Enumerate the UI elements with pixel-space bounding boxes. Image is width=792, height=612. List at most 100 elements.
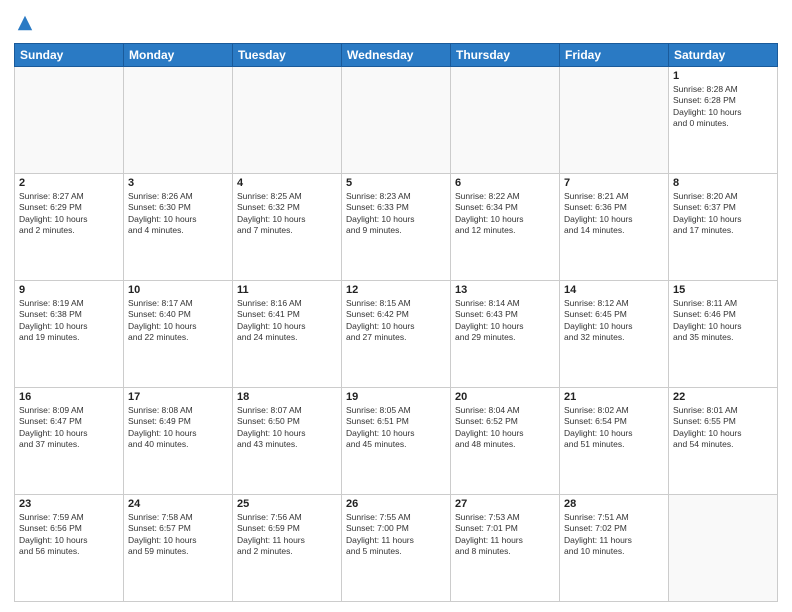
day-cell: 6 Sunrise: 8:22 AM Sunset: 6:34 PM Daylig… [451, 173, 560, 280]
day-cell: 1 Sunrise: 8:28 AM Sunset: 6:28 PM Daylig… [669, 66, 778, 173]
day-number: 7 [564, 177, 664, 189]
day-number: 10 [128, 284, 228, 296]
week-row-2: 2Sunrise: 8:27 AM Sunset: 6:29 PM Daylig… [15, 173, 778, 280]
day-cell: 28 Sunrise: 7:51 AM Sunset: 7:02 PM Dayli… [560, 494, 669, 601]
day-number: 2 [19, 177, 119, 189]
day-number: 20 [455, 391, 555, 403]
day-info: Sunrise: 8:07 AM Sunset: 6:50 PM Dayligh… [237, 405, 337, 451]
day-cell: 15 Sunrise: 8:11 AM Sunset: 6:46 PM Dayli… [669, 280, 778, 387]
day-info: Sunrise: 8:28 AM Sunset: 6:28 PM Dayligh… [673, 84, 773, 130]
day-info: Sunrise: 7:56 AM Sunset: 6:59 PM Dayligh… [237, 512, 337, 558]
day-number: 3 [128, 177, 228, 189]
day-cell: 26Sunrise: 7:55 AM Sunset: 7:00 PM Dayli… [342, 494, 451, 601]
day-info: Sunrise: 8:02 AM Sunset: 6:54 PM Dayligh… [564, 405, 664, 451]
day-number: 5 [346, 177, 446, 189]
day-number: 21 [564, 391, 664, 403]
day-cell: 23 Sunrise: 7:59 AM Sunset: 6:56 PM Dayli… [15, 494, 124, 601]
day-number: 17 [128, 391, 228, 403]
weekday-thursday: Thursday [451, 43, 560, 66]
day-info: Sunrise: 8:26 AM Sunset: 6:30 PM Dayligh… [128, 191, 228, 237]
day-cell [342, 66, 451, 173]
day-info: Sunrise: 8:11 AM Sunset: 6:46 PM Dayligh… [673, 298, 773, 344]
day-number: 23 [19, 498, 119, 510]
day-cell: 9 Sunrise: 8:19 AM Sunset: 6:38 PM Daylig… [15, 280, 124, 387]
day-cell: 12Sunrise: 8:15 AM Sunset: 6:42 PM Dayli… [342, 280, 451, 387]
weekday-friday: Friday [560, 43, 669, 66]
weekday-wednesday: Wednesday [342, 43, 451, 66]
day-info: Sunrise: 8:23 AM Sunset: 6:33 PM Dayligh… [346, 191, 446, 237]
day-cell [560, 66, 669, 173]
week-row-4: 16Sunrise: 8:09 AM Sunset: 6:47 PM Dayli… [15, 387, 778, 494]
day-number: 14 [564, 284, 664, 296]
day-number: 1 [673, 70, 773, 82]
day-cell [451, 66, 560, 173]
day-cell: 17Sunrise: 8:08 AM Sunset: 6:49 PM Dayli… [124, 387, 233, 494]
day-info: Sunrise: 8:01 AM Sunset: 6:55 PM Dayligh… [673, 405, 773, 451]
day-cell: 18Sunrise: 8:07 AM Sunset: 6:50 PM Dayli… [233, 387, 342, 494]
day-info: Sunrise: 8:21 AM Sunset: 6:36 PM Dayligh… [564, 191, 664, 237]
day-number: 22 [673, 391, 773, 403]
day-info: Sunrise: 8:05 AM Sunset: 6:51 PM Dayligh… [346, 405, 446, 451]
header [14, 10, 778, 37]
day-info: Sunrise: 8:20 AM Sunset: 6:37 PM Dayligh… [673, 191, 773, 237]
week-row-3: 9 Sunrise: 8:19 AM Sunset: 6:38 PM Daylig… [15, 280, 778, 387]
day-number: 24 [128, 498, 228, 510]
weekday-monday: Monday [124, 43, 233, 66]
day-cell: 20 Sunrise: 8:04 AM Sunset: 6:52 PM Dayli… [451, 387, 560, 494]
day-info: Sunrise: 8:17 AM Sunset: 6:40 PM Dayligh… [128, 298, 228, 344]
day-cell: 10 Sunrise: 8:17 AM Sunset: 6:40 PM Dayli… [124, 280, 233, 387]
day-info: Sunrise: 8:15 AM Sunset: 6:42 PM Dayligh… [346, 298, 446, 344]
day-cell: 3 Sunrise: 8:26 AM Sunset: 6:30 PM Daylig… [124, 173, 233, 280]
weekday-sunday: Sunday [15, 43, 124, 66]
logo-icon [16, 14, 34, 32]
week-row-5: 23 Sunrise: 7:59 AM Sunset: 6:56 PM Dayli… [15, 494, 778, 601]
day-number: 8 [673, 177, 773, 189]
day-info: Sunrise: 8:25 AM Sunset: 6:32 PM Dayligh… [237, 191, 337, 237]
day-cell: 8 Sunrise: 8:20 AM Sunset: 6:37 PM Daylig… [669, 173, 778, 280]
day-info: Sunrise: 7:58 AM Sunset: 6:57 PM Dayligh… [128, 512, 228, 558]
day-cell: 21 Sunrise: 8:02 AM Sunset: 6:54 PM Dayli… [560, 387, 669, 494]
day-number: 9 [19, 284, 119, 296]
day-info: Sunrise: 7:59 AM Sunset: 6:56 PM Dayligh… [19, 512, 119, 558]
day-cell: 16Sunrise: 8:09 AM Sunset: 6:47 PM Dayli… [15, 387, 124, 494]
day-cell: 4 Sunrise: 8:25 AM Sunset: 6:32 PM Daylig… [233, 173, 342, 280]
day-cell: 22 Sunrise: 8:01 AM Sunset: 6:55 PM Dayli… [669, 387, 778, 494]
calendar: SundayMondayTuesdayWednesdayThursdayFrid… [14, 43, 778, 602]
day-info: Sunrise: 7:51 AM Sunset: 7:02 PM Dayligh… [564, 512, 664, 558]
day-info: Sunrise: 8:12 AM Sunset: 6:45 PM Dayligh… [564, 298, 664, 344]
day-number: 25 [237, 498, 337, 510]
day-number: 26 [346, 498, 446, 510]
day-cell: 27Sunrise: 7:53 AM Sunset: 7:01 PM Dayli… [451, 494, 560, 601]
weekday-header-row: SundayMondayTuesdayWednesdayThursdayFrid… [15, 43, 778, 66]
day-cell [233, 66, 342, 173]
day-number: 16 [19, 391, 119, 403]
day-cell: 24 Sunrise: 7:58 AM Sunset: 6:57 PM Dayli… [124, 494, 233, 601]
day-cell: 11 Sunrise: 8:16 AM Sunset: 6:41 PM Dayli… [233, 280, 342, 387]
day-info: Sunrise: 8:16 AM Sunset: 6:41 PM Dayligh… [237, 298, 337, 344]
logo [14, 14, 34, 37]
day-cell: 19 Sunrise: 8:05 AM Sunset: 6:51 PM Dayli… [342, 387, 451, 494]
day-number: 15 [673, 284, 773, 296]
day-number: 28 [564, 498, 664, 510]
day-info: Sunrise: 8:22 AM Sunset: 6:34 PM Dayligh… [455, 191, 555, 237]
day-cell: 2Sunrise: 8:27 AM Sunset: 6:29 PM Daylig… [15, 173, 124, 280]
day-cell [15, 66, 124, 173]
day-number: 11 [237, 284, 337, 296]
day-info: Sunrise: 8:04 AM Sunset: 6:52 PM Dayligh… [455, 405, 555, 451]
day-number: 13 [455, 284, 555, 296]
day-cell: 13 Sunrise: 8:14 AM Sunset: 6:43 PM Dayli… [451, 280, 560, 387]
day-cell: 5 Sunrise: 8:23 AM Sunset: 6:33 PM Daylig… [342, 173, 451, 280]
week-row-1: 1 Sunrise: 8:28 AM Sunset: 6:28 PM Daylig… [15, 66, 778, 173]
day-number: 6 [455, 177, 555, 189]
day-cell: 25 Sunrise: 7:56 AM Sunset: 6:59 PM Dayli… [233, 494, 342, 601]
day-cell: 7 Sunrise: 8:21 AM Sunset: 6:36 PM Daylig… [560, 173, 669, 280]
weekday-tuesday: Tuesday [233, 43, 342, 66]
page: SundayMondayTuesdayWednesdayThursdayFrid… [0, 0, 792, 612]
day-number: 4 [237, 177, 337, 189]
day-number: 19 [346, 391, 446, 403]
day-info: Sunrise: 8:19 AM Sunset: 6:38 PM Dayligh… [19, 298, 119, 344]
day-info: Sunrise: 7:53 AM Sunset: 7:01 PM Dayligh… [455, 512, 555, 558]
day-cell: 14 Sunrise: 8:12 AM Sunset: 6:45 PM Dayli… [560, 280, 669, 387]
day-info: Sunrise: 8:14 AM Sunset: 6:43 PM Dayligh… [455, 298, 555, 344]
weekday-saturday: Saturday [669, 43, 778, 66]
